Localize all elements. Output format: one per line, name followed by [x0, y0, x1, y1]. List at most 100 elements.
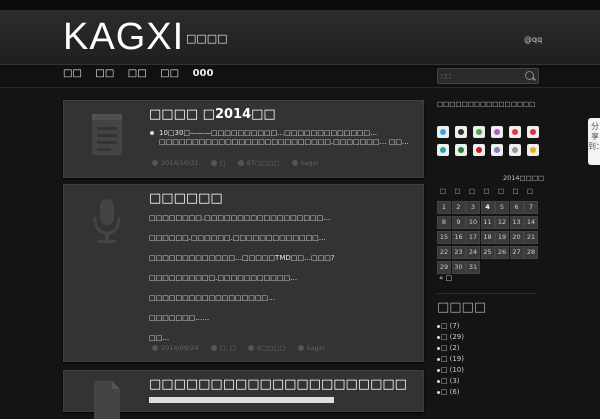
- calendar-day[interactable]: 28: [524, 246, 538, 259]
- social-share-button[interactable]: [527, 126, 539, 138]
- category-item[interactable]: □ (2): [437, 344, 460, 352]
- social-share-button[interactable]: [509, 126, 521, 138]
- calendar-day[interactable]: 31: [466, 261, 480, 274]
- social-share-button[interactable]: [437, 144, 449, 156]
- calendar-day[interactable]: 26: [495, 246, 509, 259]
- categories-heading: □□□□: [437, 300, 487, 315]
- social-share-button[interactable]: [491, 126, 503, 138]
- category-item[interactable]: □ (6): [437, 388, 460, 396]
- search-icon[interactable]: [525, 71, 534, 80]
- category-item[interactable]: □ (19): [437, 355, 464, 363]
- calendar-day[interactable]: 18: [480, 231, 495, 244]
- calendar-day[interactable]: 5: [495, 201, 509, 214]
- calendar-day[interactable]: 6: [509, 201, 524, 214]
- calendar-day[interactable]: 20: [509, 231, 524, 244]
- nav-item-2[interactable]: □□: [95, 68, 114, 79]
- clock-icon: [152, 345, 158, 351]
- search-box: [437, 68, 539, 84]
- category-name[interactable]: □: [441, 322, 448, 330]
- category-name[interactable]: □: [441, 388, 448, 396]
- calendar-day[interactable]: 10: [466, 216, 480, 229]
- calendar-day[interactable]: 3: [466, 201, 480, 214]
- category-name[interactable]: □: [441, 377, 448, 385]
- post-meta: 2014/09/24 □, □ 6□□□□ kagxi: [152, 344, 334, 352]
- social-icon: [458, 129, 464, 135]
- social-share-button[interactable]: [437, 126, 449, 138]
- calendar-weekday: □: [526, 187, 534, 195]
- calendar-day[interactable]: 9: [451, 216, 466, 229]
- calendar-day[interactable]: 29: [437, 261, 451, 274]
- calendar-day[interactable]: 13: [509, 216, 524, 229]
- calendar-day[interactable]: 2: [451, 201, 466, 214]
- post-category[interactable]: □: [210, 159, 226, 167]
- category-item[interactable]: □ (7): [437, 322, 460, 330]
- calendar-day[interactable]: 11: [480, 216, 495, 229]
- calendar-day[interactable]: 30: [451, 261, 466, 274]
- social-share-button[interactable]: [455, 126, 467, 138]
- search-input[interactable]: [441, 69, 521, 83]
- category-name[interactable]: □: [441, 366, 448, 374]
- calendar-day[interactable]: 22: [437, 246, 451, 259]
- calendar-prev-link[interactable]: « □: [439, 274, 452, 282]
- social-share-button[interactable]: [509, 144, 521, 156]
- post-title[interactable]: □□□□ □2014□□: [149, 107, 276, 122]
- header-link[interactable]: @qq: [524, 35, 542, 44]
- post-meta: 2014/10/31 □ 87□□□□ kagxi: [152, 159, 328, 167]
- social-icon: [458, 147, 464, 153]
- nav-item-1[interactable]: □□: [63, 68, 82, 79]
- calendar-day[interactable]: 14: [524, 216, 538, 229]
- calendar-day[interactable]: 8: [437, 216, 451, 229]
- category-count: (2): [449, 344, 460, 352]
- post-author[interactable]: kagxi: [291, 159, 318, 167]
- calendar-day[interactable]: 23: [451, 246, 466, 259]
- site-logo[interactable]: KAGXI: [63, 16, 184, 59]
- post-author[interactable]: kagxi: [297, 344, 324, 352]
- calendar-day[interactable]: 17: [466, 231, 480, 244]
- calendar-day[interactable]: 12: [495, 216, 509, 229]
- post-line: □□□□□□□……: [149, 314, 210, 322]
- social-icon: [440, 147, 446, 153]
- calendar-day[interactable]: 4: [480, 201, 495, 214]
- category-name[interactable]: □: [441, 333, 448, 341]
- social-share-button[interactable]: [473, 126, 485, 138]
- post-category[interactable]: □, □: [210, 344, 236, 352]
- nav-bar: □□ □□ □□ □□ 000: [0, 64, 600, 88]
- category-item[interactable]: □ (3): [437, 377, 460, 385]
- calendar-day[interactable]: 25: [480, 246, 495, 259]
- social-icon: [476, 129, 482, 135]
- nav-item-5[interactable]: 000: [193, 68, 214, 79]
- nav-item-3[interactable]: □□: [128, 68, 147, 79]
- post-comments[interactable]: 6□□□□: [248, 344, 286, 352]
- post-title[interactable]: □□□□□□: [149, 191, 223, 206]
- clock-icon: [152, 160, 158, 166]
- share-widget[interactable]: 分享到：: [588, 118, 600, 165]
- social-share-button[interactable]: [473, 144, 485, 156]
- category-item[interactable]: □ (29): [437, 333, 464, 341]
- social-icon: [512, 129, 518, 135]
- category-item[interactable]: □ (10): [437, 366, 464, 374]
- calendar-day[interactable]: 24: [466, 246, 480, 259]
- social-icon: [494, 129, 500, 135]
- post-title[interactable]: □□□□□□□□□□□□□□□□□□□□□: [149, 377, 407, 392]
- calendar-day[interactable]: 27: [509, 246, 524, 259]
- nav-item-4[interactable]: □□: [160, 68, 179, 79]
- post-comments[interactable]: 87□□□□: [237, 159, 280, 167]
- microphone-icon: [93, 199, 121, 243]
- calendar-weekday: □: [468, 187, 476, 195]
- social-share-button[interactable]: [527, 144, 539, 156]
- calendar-day[interactable]: 21: [524, 231, 538, 244]
- category-name[interactable]: □: [441, 355, 448, 363]
- calendar-day[interactable]: 16: [451, 231, 466, 244]
- category-name[interactable]: □: [441, 344, 448, 352]
- calendar-day[interactable]: 19: [495, 231, 509, 244]
- site-header: KAGXI □□□□ @qq: [0, 10, 600, 64]
- read-more-link[interactable]: □□…: [149, 334, 414, 343]
- top-strip: [0, 0, 600, 10]
- social-share-button[interactable]: [491, 144, 503, 156]
- calendar-day[interactable]: 1: [437, 201, 451, 214]
- calendar-day[interactable]: 7: [524, 201, 538, 214]
- social-share-button[interactable]: [455, 144, 467, 156]
- calendar-title: 2014□□□□: [503, 174, 545, 182]
- calendar-day[interactable]: 15: [437, 231, 451, 244]
- main-nav: □□ □□ □□ □□ 000: [63, 68, 223, 79]
